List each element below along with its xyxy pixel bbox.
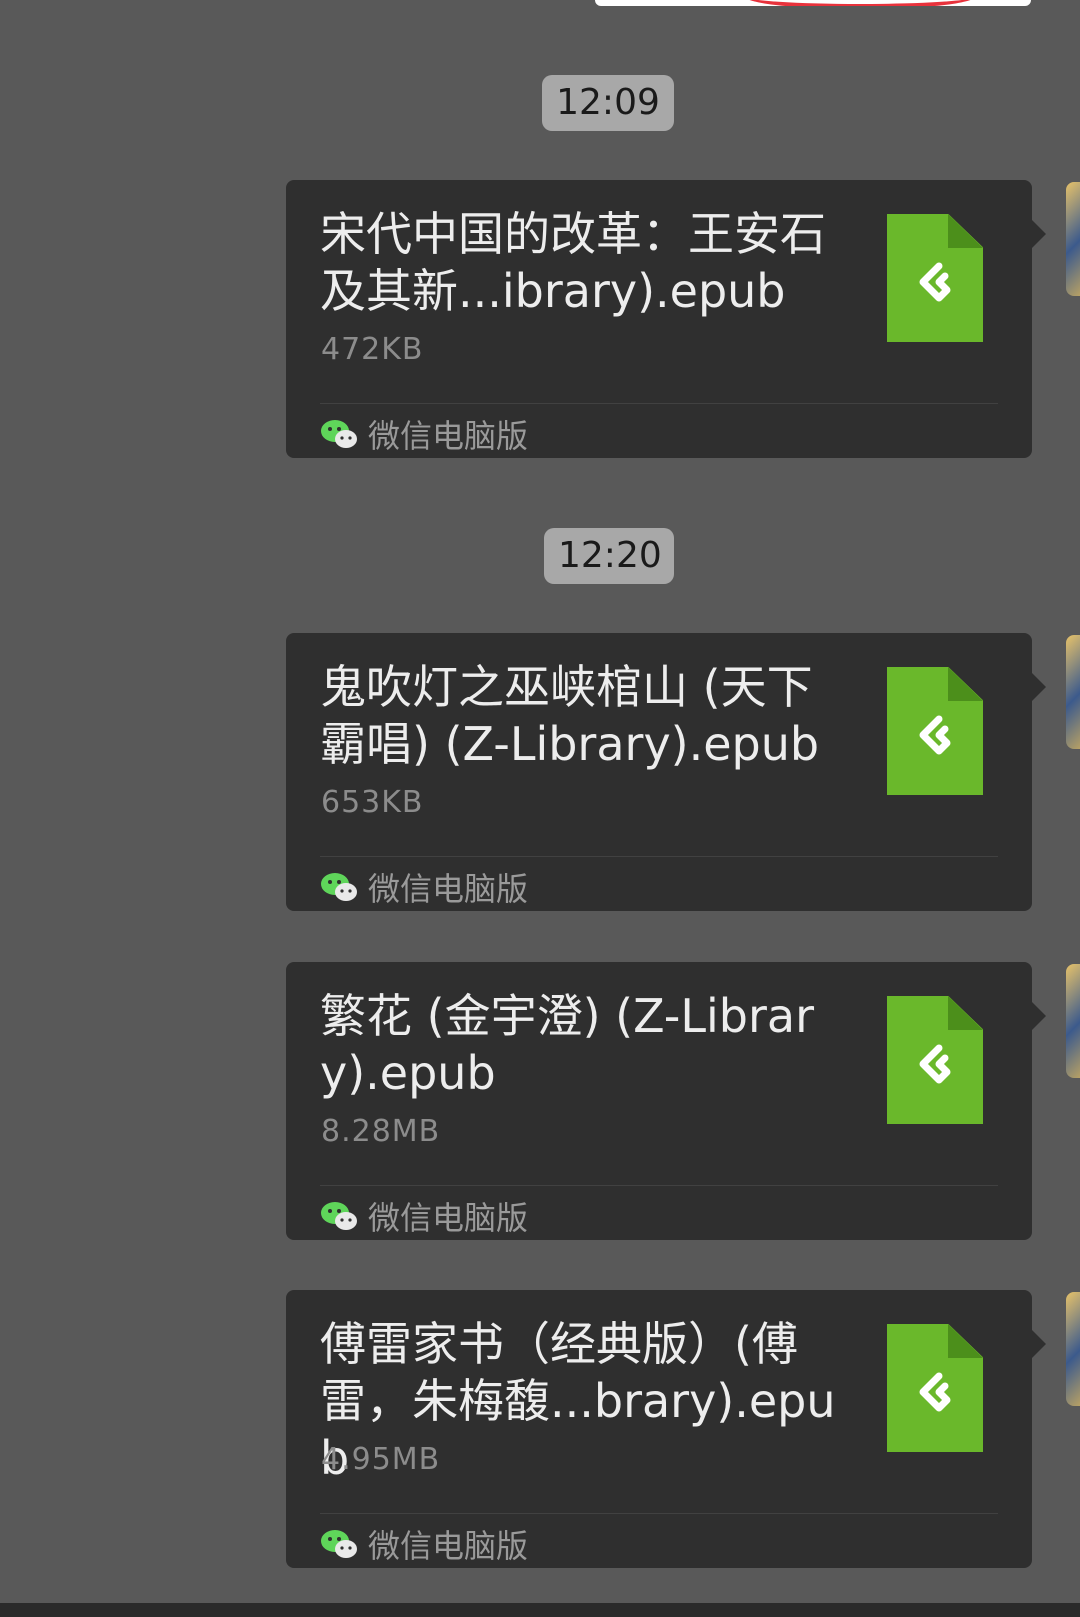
- message-source[interactable]: 微信电脑版: [320, 410, 528, 458]
- epub-file-icon: [887, 214, 983, 342]
- epub-logo-icon: [919, 262, 951, 302]
- file-message-card[interactable]: 繁花 (金宇澄) (Z-Library).epub 8.28MB 微信电脑版: [286, 962, 1046, 1240]
- divider: [320, 1185, 998, 1186]
- file-fold-corner: [948, 1324, 983, 1358]
- red-annotation-mark: [745, 0, 975, 6]
- wechat-icon: [321, 873, 357, 901]
- file-fold-corner: [948, 214, 983, 248]
- file-name: 宋代中国的改革：王安石及其新...ibrary).epub: [320, 207, 826, 318]
- file-size: 8.28MB: [321, 1114, 441, 1149]
- epub-logo-icon: [919, 1372, 951, 1412]
- source-label: 微信电脑版: [368, 1527, 529, 1565]
- timestamp: 12:09: [542, 75, 674, 131]
- bubble-tail: [1032, 220, 1046, 248]
- divider: [320, 856, 998, 857]
- file-fold-corner: [948, 996, 983, 1030]
- file-message-card[interactable]: 宋代中国的改革：王安石及其新...ibrary).epub 472KB 微信电脑…: [286, 180, 1046, 458]
- message-source[interactable]: 微信电脑版: [320, 1520, 528, 1568]
- bubble-tail: [1032, 1330, 1046, 1358]
- message-source[interactable]: 微信电脑版: [320, 863, 528, 911]
- source-label: 微信电脑版: [368, 1199, 529, 1237]
- avatar[interactable]: [1066, 1292, 1080, 1406]
- wechat-icon: [321, 1202, 357, 1230]
- source-label: 微信电脑版: [368, 417, 529, 455]
- timestamp: 12:20: [544, 528, 674, 584]
- bottom-bar: [0, 1603, 1080, 1617]
- avatar[interactable]: [1066, 635, 1080, 749]
- divider: [320, 1513, 998, 1514]
- file-fold-corner: [948, 667, 983, 701]
- file-size: 472KB: [321, 332, 424, 367]
- file-size: 4.95MB: [321, 1442, 441, 1477]
- epub-file-icon: [887, 996, 983, 1124]
- message-source[interactable]: 微信电脑版: [320, 1192, 528, 1240]
- epub-file-icon: [887, 1324, 983, 1452]
- previous-message-bubble[interactable]: [595, 0, 1031, 6]
- avatar[interactable]: [1066, 182, 1080, 296]
- wechat-icon: [321, 1530, 357, 1558]
- divider: [320, 403, 998, 404]
- source-label: 微信电脑版: [368, 870, 529, 908]
- wechat-icon: [321, 420, 357, 448]
- epub-logo-icon: [919, 715, 951, 755]
- file-name: 鬼吹灯之巫峡棺山 (天下霸唱) (Z-Library).epub: [320, 660, 820, 771]
- epub-logo-icon: [919, 1044, 951, 1084]
- avatar[interactable]: [1066, 964, 1080, 1078]
- bubble-tail: [1032, 673, 1046, 701]
- file-size: 653KB: [321, 785, 424, 820]
- file-message-card[interactable]: 鬼吹灯之巫峡棺山 (天下霸唱) (Z-Library).epub 653KB 微…: [286, 633, 1046, 911]
- bubble-tail: [1032, 1002, 1046, 1030]
- file-message-card[interactable]: 傅雷家书（经典版）(傅雷，朱梅馥...brary).epub 4.95MB 微信…: [286, 1290, 1046, 1568]
- file-name: 繁花 (金宇澄) (Z-Library).epub: [320, 989, 815, 1100]
- epub-file-icon: [887, 667, 983, 795]
